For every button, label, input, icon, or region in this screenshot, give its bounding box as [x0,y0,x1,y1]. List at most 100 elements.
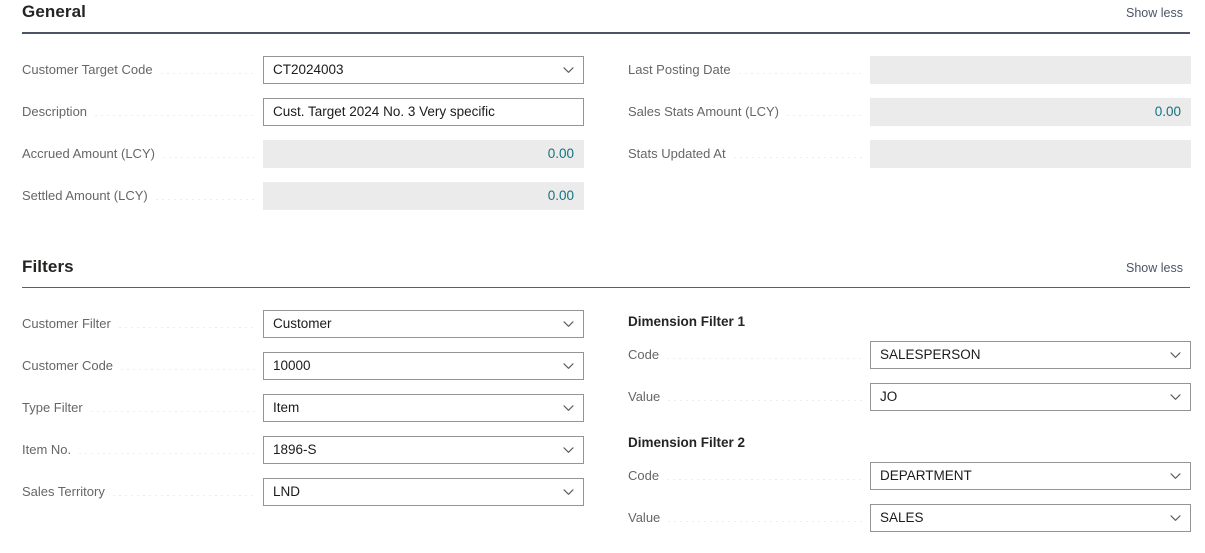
chevron-down-icon[interactable] [562,486,575,499]
chevron-down-icon[interactable] [562,444,575,457]
field-value-customer-filter: Customer [273,316,332,331]
field-label-description: Description [22,104,88,119]
dropdown-type-filter[interactable]: Item [263,394,584,422]
group-heading-dimension-filter-2: Dimension Filter 2 [628,435,746,450]
filters-section-title: Filters [22,257,74,276]
field-row-code: Code SALESPERSON [628,341,1191,369]
field-label-value: Value [628,510,661,525]
field-value-accrued-amount-lcy: 0.00 [547,146,574,161]
field-row-stats-updated-at: Stats Updated At [628,140,1191,168]
field-row-customer-code: Customer Code 10000 [22,352,584,380]
field-label-code: Code [628,347,660,362]
dropdown-customer-filter[interactable]: Customer [263,310,584,338]
field-label-type-filter: Type Filter [22,400,83,415]
chevron-down-icon[interactable] [562,402,575,415]
dropdown-code[interactable]: DEPARTMENT [870,462,1191,490]
field-row-sales-territory: Sales Territory LND [22,478,584,506]
input-description[interactable]: Cust. Target 2024 No. 3 Very specific [263,98,584,126]
leader-dots [88,410,257,412]
leader-dots [160,156,257,158]
field-value-sales-territory: LND [273,484,301,499]
field-value-value: SALES [880,510,924,525]
field-label-item-no: Item No. [22,442,72,457]
leader-dots [110,494,257,496]
group-heading-dimension-filter-1: Dimension Filter 1 [628,314,746,329]
field-value-item-no: 1896-S [273,442,317,457]
dropdown-code[interactable]: SALESPERSON [870,341,1191,369]
readonly-field-last-posting-date [870,56,1191,84]
field-label-code: Code [628,468,660,483]
field-value-value: JO [880,389,898,404]
general-section-header: General Show less [22,0,1183,33]
field-row-sales-stats-amount-lcy: Sales Stats Amount (LCY) 0.00 [628,98,1191,126]
field-row-customer-filter: Customer Filter Customer [22,310,584,338]
field-row-description: Description Cust. Target 2024 No. 3 Very … [22,98,584,126]
filters-section-divider [22,287,1190,288]
readonly-field-settled-amount-lcy: 0.00 [263,182,584,210]
chevron-down-icon[interactable] [562,360,575,373]
leader-dots [731,156,864,158]
leader-dots [116,326,257,328]
chevron-down-icon[interactable] [1169,391,1182,404]
field-label-stats-updated-at: Stats Updated At [628,146,726,161]
filters-section: Filters Show less Customer Filter Custome… [0,255,1205,532]
field-label-customer-filter: Customer Filter [22,316,111,331]
leader-dots [119,368,257,370]
field-row-type-filter: Type Filter Item [22,394,584,422]
chevron-down-icon[interactable] [562,318,575,331]
field-label-sales-territory: Sales Territory [22,484,105,499]
field-label-value: Value [628,389,661,404]
field-row-code: Code DEPARTMENT [628,462,1191,490]
leader-dots [158,72,257,74]
field-value-settled-amount-lcy: 0.00 [547,188,574,203]
field-value-description: Cust. Target 2024 No. 3 Very specific [273,104,495,119]
dropdown-value[interactable]: SALES [870,504,1191,532]
filters-section-header: Filters Show less [22,255,1183,288]
readonly-field-accrued-amount-lcy: 0.00 [263,140,584,168]
field-value-code: SALESPERSON [880,347,981,362]
field-label-last-posting-date: Last Posting Date [628,62,731,77]
general-show-less-toggle[interactable]: Show less [1126,4,1183,22]
field-value-sales-stats-amount-lcy: 0.00 [1154,104,1181,119]
field-label-settled-amount-lcy: Settled Amount (LCY) [22,188,148,203]
leader-dots [77,452,257,454]
field-row-customer-target-code: Customer Target Code CT2024003 [22,56,584,84]
chevron-down-icon[interactable] [562,64,575,77]
field-value-code: DEPARTMENT [880,468,972,483]
field-label-accrued-amount-lcy: Accrued Amount (LCY) [22,146,155,161]
field-row-accrued-amount-lcy: Accrued Amount (LCY) 0.00 [22,140,584,168]
dropdown-sales-territory[interactable]: LND [263,478,584,506]
field-label-sales-stats-amount-lcy: Sales Stats Amount (LCY) [628,104,780,119]
leader-dots [736,72,864,74]
dropdown-item-no[interactable]: 1896-S [263,436,584,464]
field-row-value: Value SALES [628,504,1191,532]
field-label-customer-code: Customer Code [22,358,114,373]
readonly-field-sales-stats-amount-lcy: 0.00 [870,98,1191,126]
chevron-down-icon[interactable] [1169,349,1182,362]
dropdown-value[interactable]: JO [870,383,1191,411]
field-value-customer-target-code: CT2024003 [273,62,344,77]
leader-dots [153,198,257,200]
field-row-value: Value JO [628,383,1191,411]
dropdown-customer-code[interactable]: 10000 [263,352,584,380]
field-value-customer-code: 10000 [273,358,311,373]
field-row-settled-amount-lcy: Settled Amount (LCY) 0.00 [22,182,584,210]
leader-dots [785,114,864,116]
leader-dots [665,357,864,359]
field-value-type-filter: Item [273,400,300,415]
leader-dots [666,399,864,401]
leader-dots [93,114,257,116]
general-section: General Show less Customer Target Code CT… [0,0,1205,210]
general-section-divider [22,32,1190,34]
leader-dots [665,478,864,480]
readonly-field-stats-updated-at [870,140,1191,168]
general-section-title: General [22,2,87,21]
chevron-down-icon[interactable] [1169,512,1182,525]
dropdown-customer-target-code[interactable]: CT2024003 [263,56,584,84]
filters-show-less-toggle[interactable]: Show less [1126,259,1183,277]
leader-dots [666,520,864,522]
chevron-down-icon[interactable] [1169,470,1182,483]
field-label-customer-target-code: Customer Target Code [22,62,153,77]
field-row-last-posting-date: Last Posting Date [628,56,1191,84]
field-row-item-no: Item No. 1896-S [22,436,584,464]
